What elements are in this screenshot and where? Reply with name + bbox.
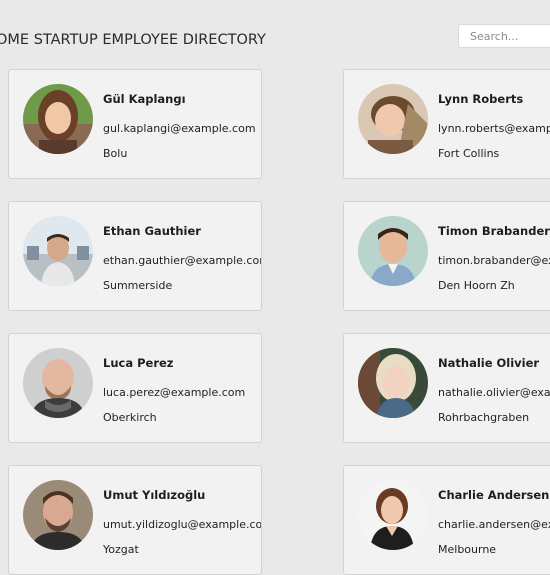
avatar (23, 216, 93, 286)
avatar (358, 480, 428, 550)
page-title: OME STARTUP EMPLOYEE DIRECTORY (0, 32, 266, 48)
employee-card[interactable]: Gül Kaplangı gul.kaplangi@example.com Bo… (8, 69, 262, 179)
employee-city: Summerside (103, 279, 173, 292)
employee-name: Gül Kaplangı (103, 92, 186, 106)
avatar (23, 348, 93, 418)
employee-name: Luca Perez (103, 356, 174, 370)
employee-city: Fort Collins (438, 147, 500, 160)
employee-city: Rohrbachgraben (438, 411, 530, 424)
employee-email: luca.perez@example.com (103, 386, 246, 399)
employee-email: gul.kaplangi@example.com (103, 122, 256, 135)
employee-city: Oberkirch (103, 411, 157, 424)
avatar (23, 84, 93, 154)
employee-name: Timon Brabander (438, 224, 550, 238)
employee-email: nathalie.olivier@example.com (438, 386, 550, 399)
employee-card[interactable]: Luca Perez luca.perez@example.com Oberki… (8, 333, 262, 443)
employee-email: charlie.andersen@example.com (438, 518, 550, 531)
employee-city: Den Hoorn Zh (438, 279, 515, 292)
employee-name: Umut Yıldızoğlu (103, 488, 206, 502)
employee-name: Charlie Andersen (438, 488, 550, 502)
employee-name: Lynn Roberts (438, 92, 524, 106)
employee-card[interactable]: Lynn Roberts lynn.roberts@example.com Fo… (343, 69, 550, 179)
employee-card[interactable]: Timon Brabander timon.brabander@example.… (343, 201, 550, 311)
avatar (358, 84, 428, 154)
avatar (358, 348, 428, 418)
employee-card[interactable]: Nathalie Olivier nathalie.olivier@exampl… (343, 333, 550, 443)
avatar (23, 480, 93, 550)
avatar (358, 216, 428, 286)
employee-email: lynn.roberts@example.com (438, 122, 550, 135)
employee-city: Bolu (103, 147, 128, 160)
employee-email: timon.brabander@example.com (438, 254, 550, 267)
employee-email: ethan.gauthier@example.com (103, 254, 262, 267)
search-input[interactable] (458, 24, 550, 48)
employee-name: Nathalie Olivier (438, 356, 540, 370)
employee-card[interactable]: Charlie Andersen charlie.andersen@exampl… (343, 465, 550, 575)
employee-email: umut.yildizoglu@example.com (103, 518, 262, 531)
employee-card[interactable]: Ethan Gauthier ethan.gauthier@example.co… (8, 201, 262, 311)
employee-name: Ethan Gauthier (103, 224, 201, 238)
employee-card[interactable]: Umut Yıldızoğlu umut.yildizoglu@example.… (8, 465, 262, 575)
